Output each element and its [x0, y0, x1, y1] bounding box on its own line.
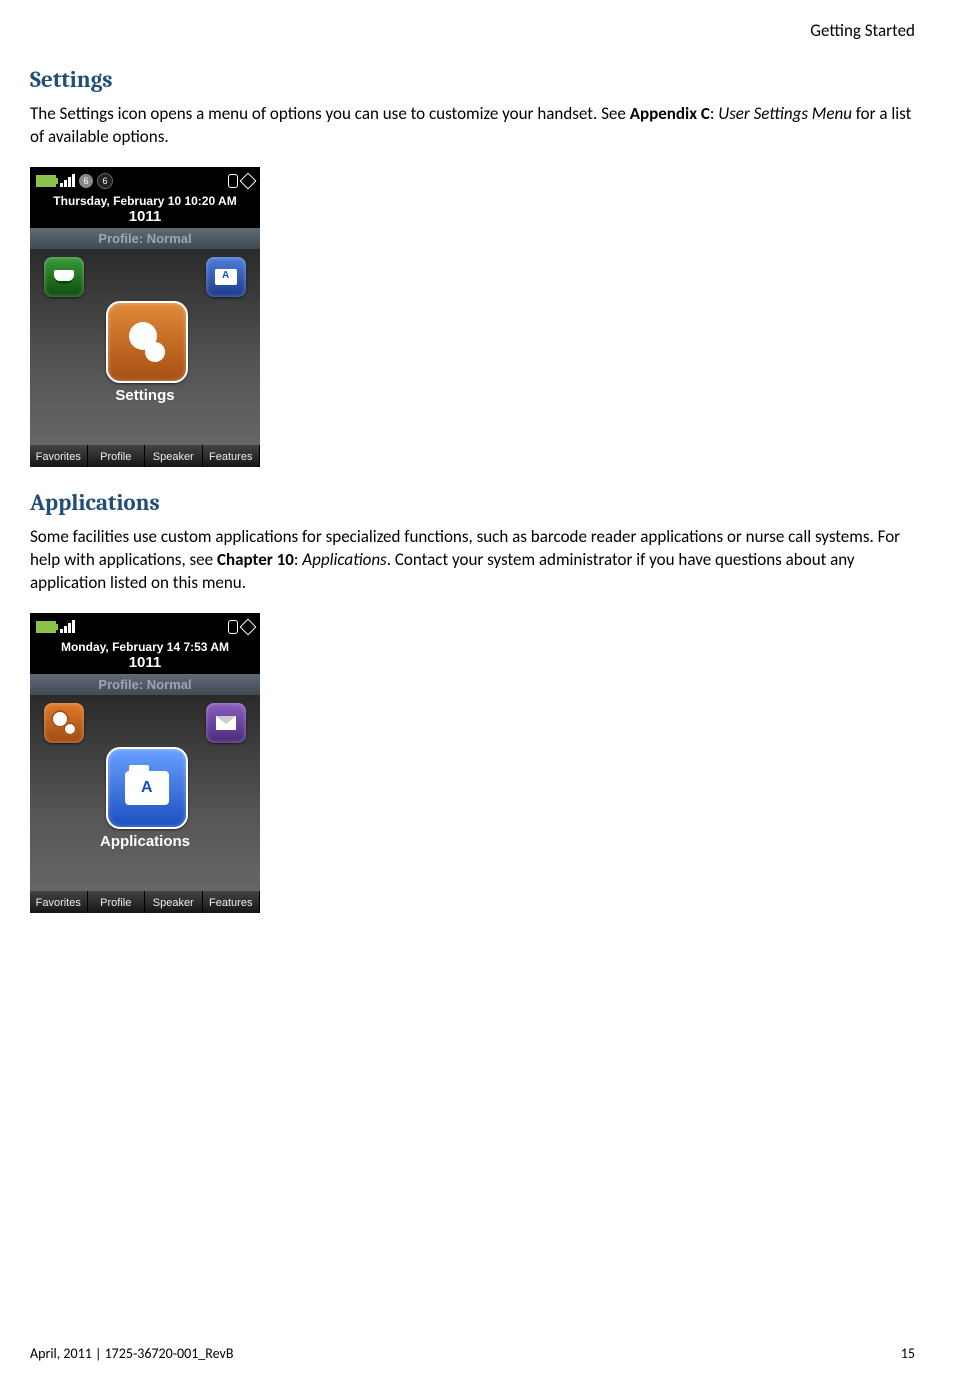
tile-settings-selected[interactable]: [106, 301, 188, 383]
softkey-speaker[interactable]: Speaker: [145, 445, 203, 467]
footer-left: April, 2011 | 1725-36720-001_RevB: [30, 1345, 233, 1362]
appendix-ref: Appendix C: [630, 103, 710, 124]
running-header: Getting Started: [30, 20, 915, 41]
softkey-features[interactable]: Features: [203, 891, 261, 913]
softkey-features[interactable]: Features: [203, 445, 261, 467]
chapter-title: Applications: [302, 549, 386, 570]
envelope-icon: [216, 716, 236, 730]
folder-icon: [215, 269, 237, 285]
chapter-ref: Chapter 10: [217, 549, 294, 570]
heading-settings: Settings: [30, 66, 915, 93]
screenshot-settings: 6 6 Thursday, February 10 10:20 AM 1011 …: [30, 167, 260, 467]
date-text: Thursday, February 10 10:20 AM: [30, 192, 260, 208]
extension-text: 1011: [30, 654, 260, 674]
status-bar: [30, 613, 260, 638]
home-carousel[interactable]: Applications: [30, 695, 260, 891]
tile-applications-selected[interactable]: [106, 747, 188, 829]
gear-icon: [125, 320, 169, 364]
heading-applications: Applications: [30, 489, 915, 516]
battery-icon: [36, 621, 56, 633]
signal-icon: [60, 174, 75, 187]
tile-contacts[interactable]: [44, 257, 84, 297]
profile-text: Profile: Normal: [30, 674, 260, 695]
softkey-favorites[interactable]: Favorites: [30, 891, 88, 913]
folder-icon: [125, 771, 169, 805]
key-icon: [240, 618, 257, 635]
softkey-speaker[interactable]: Speaker: [145, 891, 203, 913]
book-icon: [54, 270, 74, 284]
softkey-bar: Favorites Profile Speaker Features: [30, 891, 260, 913]
extension-text: 1011: [30, 208, 260, 228]
page-number: 15: [901, 1345, 915, 1362]
date-text: Monday, February 14 7:53 AM: [30, 638, 260, 654]
para-applications: Some facilities use custom applications …: [30, 526, 915, 595]
home-carousel[interactable]: Settings: [30, 249, 260, 445]
notification-badge: 6: [79, 174, 93, 188]
page-footer: April, 2011 | 1725-36720-001_RevB 15: [30, 1345, 915, 1362]
softkey-profile[interactable]: Profile: [88, 445, 146, 467]
battery-icon: [36, 175, 56, 187]
tile-label: Settings: [30, 387, 260, 404]
tile-applications[interactable]: [206, 257, 246, 297]
profile-text: Profile: Normal: [30, 228, 260, 249]
tile-messages[interactable]: [206, 703, 246, 743]
softkey-bar: Favorites Profile Speaker Features: [30, 445, 260, 467]
softkey-profile[interactable]: Profile: [88, 891, 146, 913]
appendix-title: User Settings Menu: [718, 103, 852, 124]
key-icon: [240, 172, 257, 189]
text: The Settings icon opens a menu of option…: [30, 103, 630, 124]
mic-icon: [228, 620, 238, 634]
mic-icon: [228, 174, 238, 188]
tile-label: Applications: [30, 833, 260, 850]
para-settings: The Settings icon opens a menu of option…: [30, 103, 915, 149]
gear-icon: [51, 710, 77, 736]
screenshot-applications: Monday, February 14 7:53 AM 1011 Profile…: [30, 613, 260, 913]
softkey-favorites[interactable]: Favorites: [30, 445, 88, 467]
signal-icon: [60, 620, 75, 633]
notification-badge: 6: [97, 173, 113, 189]
status-bar: 6 6: [30, 167, 260, 192]
tile-settings[interactable]: [44, 703, 84, 743]
